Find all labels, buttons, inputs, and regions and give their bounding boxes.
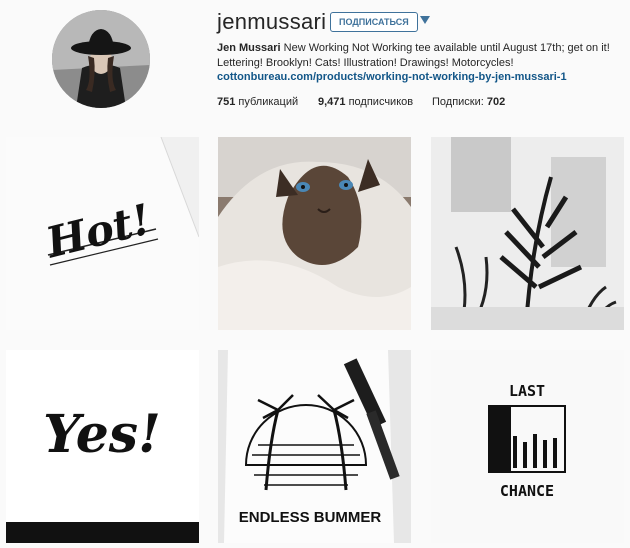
profile-avatar[interactable] [52,10,150,108]
profile-username: jenmussari [217,9,327,34]
profile-header: jenmussari ПОДПИСАТЬСЯ Jen Mussari New W… [0,0,630,120]
posts-label: публикаций [235,96,299,108]
profile-website-link[interactable]: cottonbureau.com/products/working-not-wo… [217,71,567,83]
post-text-chance: CHANCE [500,482,554,500]
post-text-endless-bummer: ENDLESS BUMMER [239,509,382,526]
posts-count-stat: 751 публикаций [217,96,298,108]
followers-count: 9,471 [318,96,346,108]
profile-full-name: Jen Mussari [217,42,281,54]
post-tile-last-chance[interactable]: LAST CHANCE [431,350,624,543]
followers-stat[interactable]: 9,471 подписчиков [318,96,413,108]
following-stat[interactable]: Подписки: 702 [432,96,505,108]
post-tile-botanical[interactable] [431,137,624,330]
post-tile-hot[interactable]: Hot! [6,137,199,330]
following-count: 702 [486,96,506,108]
dropdown-arrow-icon[interactable] [418,12,432,28]
follow-button[interactable]: ПОДПИСАТЬСЯ [330,12,418,32]
post-tile-yes[interactable]: Yes! [6,350,199,543]
profile-bio: Jen Mussari New Working Not Working tee … [217,41,622,71]
posts-count: 751 [217,96,236,108]
followers-label: подписчиков [345,96,414,108]
post-tile-cat[interactable] [218,137,411,330]
post-text-yes: Yes! [43,404,161,465]
following-label: Подписки: [432,96,487,108]
post-tile-endless-bummer[interactable]: ENDLESS BUMMER [218,350,411,543]
post-text-last: LAST [509,382,545,400]
